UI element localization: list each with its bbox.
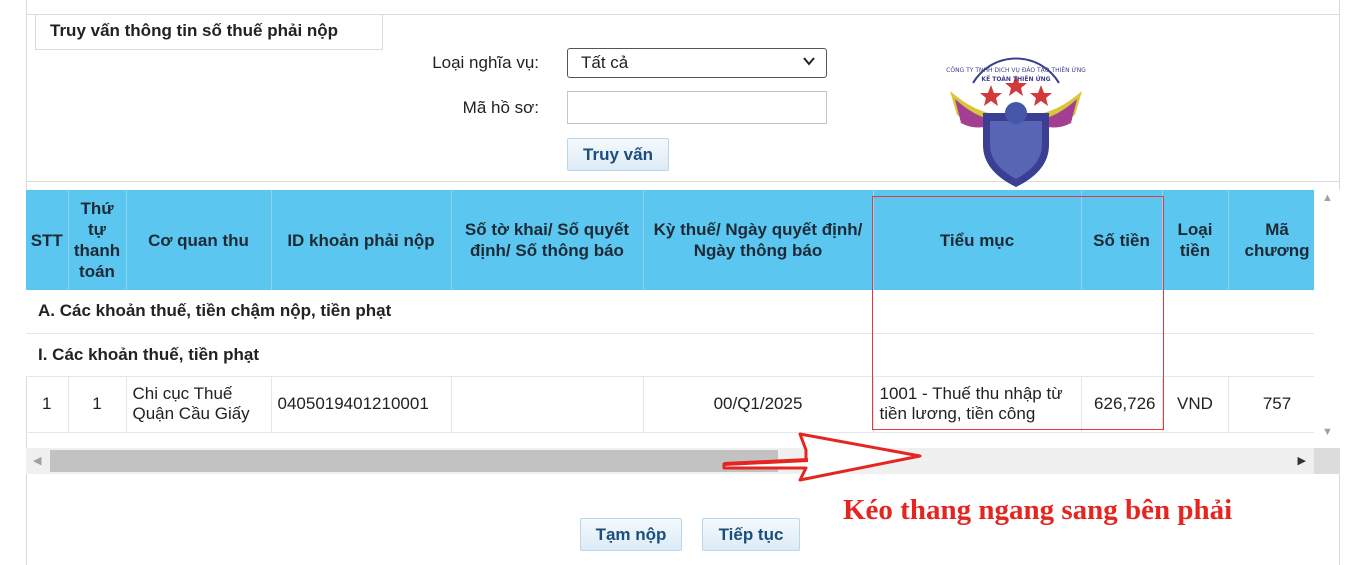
scroll-up-icon[interactable]: ▲ <box>1322 192 1333 204</box>
col-header-id: ID khoản phải nộp <box>271 190 452 290</box>
cell-id: 0405019401210001 <box>271 376 452 433</box>
query-button[interactable]: Truy vấn <box>567 138 669 171</box>
record-input[interactable] <box>567 91 827 124</box>
highlight-box <box>872 196 1164 430</box>
col-header-agency: Cơ quan thu <box>126 190 272 290</box>
scroll-left-icon[interactable]: ◀ <box>33 454 41 467</box>
scroll-down-icon[interactable]: ▼ <box>1322 426 1333 438</box>
cell-period: 00/Q1/2025 <box>643 376 874 433</box>
company-logo: CÔNG TY TNHH DỊCH VỤ ĐÀO TẠO THIÊN ỨNG K… <box>946 57 1086 187</box>
logo-text-top: CÔNG TY TNHH DỊCH VỤ ĐÀO TẠO THIÊN ỨNG <box>946 66 1086 74</box>
scroll-hint-text: Kéo thang ngang sang bên phải <box>843 494 1233 526</box>
horizontal-scrollbar[interactable]: ◀ ▶ <box>26 448 1314 474</box>
temp-submit-button[interactable]: Tạm nộp <box>580 518 682 551</box>
vertical-scrollbar[interactable]: ▲ ▼ <box>1314 190 1340 448</box>
cell-doc-no <box>451 376 644 433</box>
red-arrow-icon <box>722 432 922 482</box>
fieldset-title: Truy vấn thông tin số thuế phải nộp <box>35 15 383 50</box>
cell-currency: VND <box>1162 376 1229 433</box>
chevron-down-icon <box>803 57 815 66</box>
scrollbar-corner <box>1314 448 1340 474</box>
continue-button[interactable]: Tiếp tục <box>702 518 800 551</box>
col-header-stt: STT <box>26 190 69 290</box>
cell-agency: Chi cục Thuế Quận Cầu Giấy <box>126 376 272 433</box>
obligation-select[interactable]: Tất cả <box>567 48 827 78</box>
scroll-right-icon[interactable]: ▶ <box>1298 454 1306 467</box>
col-header-chapter: Mã chương <box>1228 190 1314 290</box>
logo-text-bottom: KẾ TOÁN THIÊN ỨNG <box>981 75 1050 83</box>
col-header-doc-no: Số tờ khai/ Số quyết định/ Số thông báo <box>451 190 644 290</box>
query-fieldset: Truy vấn thông tin số thuế phải nộp Loại… <box>27 14 1339 187</box>
col-header-order: Thứ tự thanh toán <box>68 190 127 290</box>
obligation-label: Loại nghĩa vụ: <box>432 53 539 72</box>
cell-stt: 1 <box>26 376 69 433</box>
cell-order: 1 <box>68 376 127 433</box>
horizontal-scroll-thumb[interactable] <box>50 450 778 472</box>
col-header-period: Kỳ thuế/ Ngày quyết định/ Ngày thông báo <box>643 190 874 290</box>
record-label: Mã hồ sơ: <box>462 98 539 117</box>
cell-chapter: 757 <box>1228 376 1314 433</box>
obligation-select-value: Tất cả <box>581 53 629 72</box>
col-header-currency: Loại tiền <box>1162 190 1229 290</box>
